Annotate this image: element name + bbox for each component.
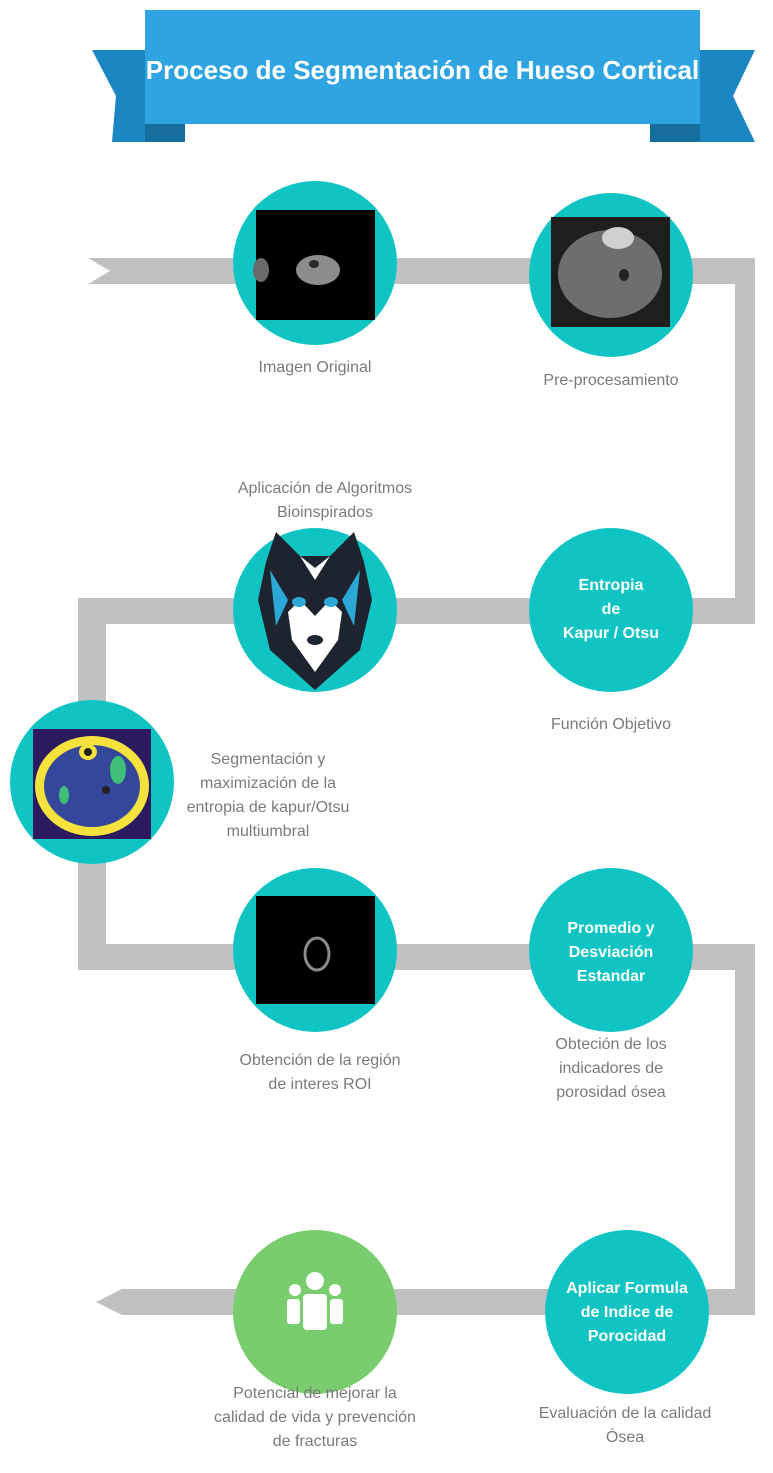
circle-text-line: Promedio y	[567, 920, 655, 937]
label-line: Potencial de mejorar la	[233, 1385, 397, 1402]
roi-image	[256, 896, 375, 1004]
step-preprocessing	[529, 193, 693, 357]
segmented-marrow-spot	[102, 786, 110, 794]
label-algoritmos-bioinspirados: Aplicación de Algoritmos Bioinspirados	[190, 477, 460, 525]
label-preprocesamiento: Pre-procesamiento	[543, 372, 679, 389]
label-line: Segmentación y	[210, 751, 326, 768]
circle-text-statistics: Promedio y Desviación Estandar	[531, 917, 691, 989]
circle-text-line: Aplicar Formula	[566, 1280, 688, 1297]
circle-text-formula: Aplicar Formula de Indice de Porocidad	[547, 1277, 707, 1349]
label-line: Bioinspirados	[276, 504, 374, 521]
label-potencial: Potencial de mejorar la calidad de vida …	[180, 1382, 450, 1454]
label-roi: Obtención de la región de interes ROI	[200, 1049, 440, 1097]
label-line: Obteción de los	[555, 1036, 667, 1053]
label-evaluacion-calidad: Evaluación de la calidad Ósea	[500, 1402, 750, 1450]
label-line: porosidad ósea	[556, 1084, 666, 1101]
step-original-image	[233, 181, 397, 345]
segmented-green-spot-1	[110, 756, 126, 784]
mri-bone-icon	[309, 260, 319, 268]
circle-text-line: Kapur / Otsu	[562, 625, 659, 642]
label-indicadores-porosidad: Obteción de los indicadores de porosidad…	[516, 1033, 706, 1105]
preprocessed-marrow-icon	[619, 269, 629, 281]
circle-text-line: de	[601, 601, 621, 618]
label-line: multiumbral	[226, 823, 310, 840]
label-line: maximización de la	[199, 775, 337, 792]
label-line: de fracturas	[272, 1433, 358, 1450]
label-line: Aplicación de Algoritmos	[237, 480, 413, 497]
circle-text-entropy: Entropia de Kapur / Otsu	[531, 574, 691, 646]
label-imagen-original: Imagen Original	[258, 359, 372, 376]
path-segment-right1	[735, 258, 755, 600]
circle-text-line: Desviación	[568, 944, 654, 961]
circle-text-line: de Indice de	[580, 1304, 674, 1321]
step-outcome	[233, 1230, 397, 1394]
step-bioinspired	[233, 528, 397, 692]
circle-text-line: Entropia	[578, 577, 644, 594]
label-line: Evaluación de la calidad	[538, 1405, 712, 1422]
circle-text-line: Porocidad	[587, 1328, 667, 1345]
label-line: calidad de vida y prevención	[214, 1409, 416, 1426]
label-line: Ósea	[605, 1429, 645, 1446]
page-title: Proceso de Segmentación de Hueso Cortica…	[145, 55, 700, 85]
banner-left-shadow	[145, 122, 185, 142]
step-segmentation	[10, 700, 174, 864]
segmented-green-spot-2	[59, 786, 69, 804]
path-segment-right2	[735, 944, 755, 1289]
label-line: Obtención de la región	[239, 1052, 401, 1069]
label-line: indicadores de	[558, 1060, 664, 1077]
label-line: entropia de kapur/Otsu	[186, 799, 350, 816]
label-segmentacion: Segmentación y maximización de la entrop…	[168, 748, 368, 844]
preprocessed-bone-icon	[602, 227, 634, 249]
banner-right-shadow	[650, 122, 700, 142]
segmented-bone-center	[84, 748, 92, 756]
mri-leg-section-icon	[296, 255, 340, 285]
banner-right-fold	[700, 50, 755, 142]
mri-edge-section-icon	[253, 258, 269, 282]
step-roi	[233, 868, 397, 1032]
circle-text-line: Estandar	[576, 968, 646, 985]
label-line: de interes ROI	[268, 1076, 372, 1093]
banner-left-fold	[92, 50, 145, 142]
label-funcion-objetivo: Función Objetivo	[550, 716, 672, 733]
